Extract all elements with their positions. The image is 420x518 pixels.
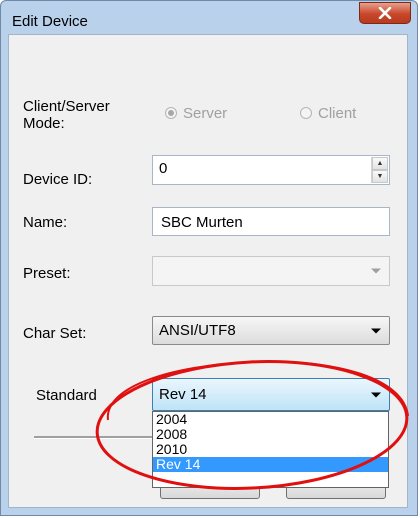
- separator-line: [34, 436, 152, 439]
- preset-combobox[interactable]: [152, 256, 390, 286]
- radio-unchecked-icon: [300, 107, 312, 119]
- server-radio[interactable]: Server: [165, 103, 227, 123]
- standard-combobox[interactable]: Rev 14: [152, 378, 390, 411]
- radio-checked-icon: [165, 107, 177, 119]
- server-radio-label: Server: [183, 104, 228, 122]
- device-id-spinner[interactable]: 0 ▲ ▼: [152, 155, 390, 185]
- spin-down-button[interactable]: ▼: [372, 170, 388, 183]
- dropdown-option[interactable]: 2010: [153, 442, 388, 457]
- chevron-down-icon: [371, 328, 381, 333]
- dropdown-option-selected[interactable]: Rev 14: [153, 457, 388, 472]
- charset-combobox[interactable]: ANSI/UTF8: [152, 316, 390, 345]
- close-button[interactable]: [359, 2, 411, 24]
- dropdown-option[interactable]: 2008: [153, 427, 388, 442]
- spin-up-icon: ▲: [376, 160, 384, 167]
- client-radio[interactable]: Client: [300, 103, 356, 123]
- chevron-down-icon: [371, 268, 381, 274]
- standard-value: Rev 14: [159, 386, 207, 403]
- client-radio-label: Client: [318, 104, 357, 122]
- standard-label: Standard: [36, 387, 97, 404]
- close-icon: [378, 7, 392, 19]
- spin-down-icon: ▼: [376, 173, 384, 180]
- charset-value: ANSI/UTF8: [159, 322, 236, 339]
- name-label: Name:: [23, 214, 68, 231]
- mode-label: Client/Server Mode:: [23, 98, 110, 132]
- name-field[interactable]: SBC Murten: [152, 207, 390, 236]
- name-value: SBC Murten: [161, 214, 243, 231]
- dropdown-option[interactable]: 2004: [153, 412, 388, 427]
- charset-label: Char Set:: [23, 325, 87, 342]
- title-bar[interactable]: Edit Device: [1, 1, 417, 35]
- preset-label: Preset:: [23, 265, 71, 282]
- window-title: Edit Device: [12, 13, 88, 30]
- chevron-down-icon: [371, 392, 381, 397]
- device-id-value: 0: [159, 160, 168, 177]
- device-id-label: Device ID:: [23, 171, 93, 188]
- standard-dropdown-list: 2004 2008 2010 Rev 14: [152, 411, 389, 488]
- spin-up-button[interactable]: ▲: [372, 157, 388, 170]
- spin-buttons: ▲ ▼: [371, 157, 388, 183]
